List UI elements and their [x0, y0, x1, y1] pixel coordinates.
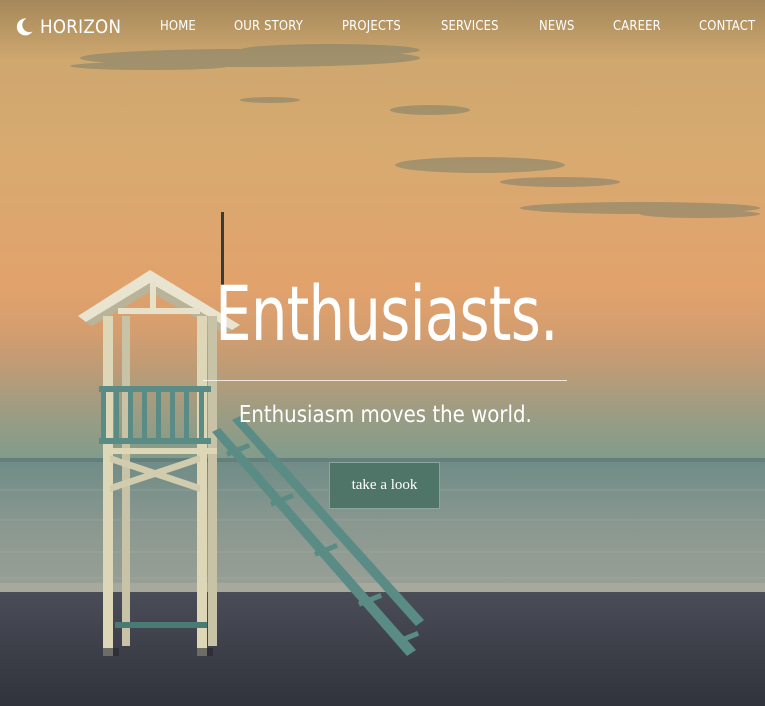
top-navbar: HORIZON HOME OUR STORY PROJECTS SERVICES…	[0, 0, 765, 56]
nav-item-career: CAREER	[613, 17, 669, 35]
nav-menu: HOME OUR STORY PROJECTS SERVICES NEWS CA…	[0, 17, 765, 39]
nav-link-projects[interactable]: PROJECTS	[342, 18, 401, 34]
nav-link-our-story[interactable]: OUR STORY	[234, 18, 303, 34]
nav-link-services[interactable]: SERVICES	[441, 18, 499, 34]
nav-item-projects: PROJECTS	[342, 17, 411, 35]
nav-link-career[interactable]: CAREER	[613, 18, 661, 34]
nav-item-news: NEWS	[539, 17, 580, 35]
hero-section: Enthusiasts. Enthusiasm moves the world.…	[0, 0, 765, 706]
hero-divider	[203, 380, 567, 381]
hero-subtitle: Enthusiasm moves the world.	[0, 398, 765, 432]
hero-title-text: Enthusiasts.	[215, 269, 558, 358]
hero-subtitle-text: Enthusiasm moves the world.	[239, 402, 532, 428]
nav-item-home: HOME	[160, 17, 202, 35]
nav-item-contact: CONTACT	[699, 17, 764, 35]
take-a-look-button[interactable]: take a look	[329, 462, 440, 509]
nav-item-services: SERVICES	[441, 17, 508, 35]
nav-link-contact[interactable]: CONTACT	[699, 18, 755, 34]
page: HORIZON HOME OUR STORY PROJECTS SERVICES…	[0, 0, 765, 706]
nav-item-our-story: OUR STORY	[234, 17, 314, 35]
nav-link-news[interactable]: NEWS	[539, 18, 575, 34]
hero-title: Enthusiasts.	[0, 264, 765, 364]
nav-link-home[interactable]: HOME	[160, 18, 196, 34]
